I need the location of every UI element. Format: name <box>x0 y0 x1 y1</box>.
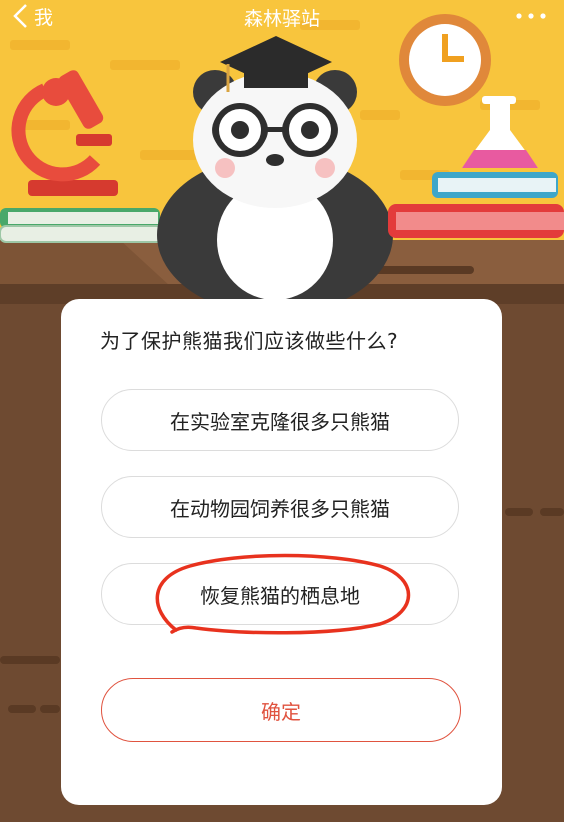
answer-option-label: 恢复熊猫的栖息地 <box>200 583 360 608</box>
confirm-label: 确定 <box>261 699 301 724</box>
answer-option-2[interactable]: 在动物园饲养很多只熊猫 <box>101 476 459 538</box>
answer-option-1[interactable]: 在实验室克隆很多只熊猫 <box>101 389 459 451</box>
answer-option-label: 在实验室克隆很多只熊猫 <box>170 409 390 434</box>
more-options-icon[interactable] <box>514 6 548 26</box>
answer-option-label: 在动物园饲养很多只熊猫 <box>170 496 390 521</box>
answer-option-3[interactable]: 恢复熊猫的栖息地 <box>101 563 459 625</box>
confirm-button[interactable]: 确定 <box>101 678 461 742</box>
quiz-card: 为了保护熊猫我们应该做些什么? 在实验室克隆很多只熊猫 在动物园饲养很多只熊猫 … <box>61 299 502 805</box>
question-text: 为了保护熊猫我们应该做些什么? <box>100 329 399 353</box>
nav-bar: 我 森林驿站 <box>0 0 564 34</box>
page-title: 森林驿站 <box>243 8 320 30</box>
